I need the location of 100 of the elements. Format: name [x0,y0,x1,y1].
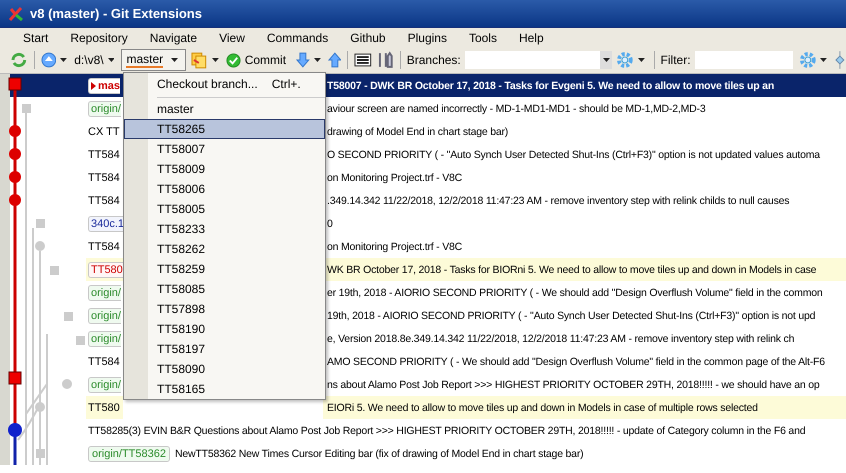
up-arrow-icon[interactable] [328,52,342,68]
up-circle-icon[interactable] [40,52,56,68]
branch-label: origin/ [88,284,121,300]
commit-message: 19th, 2018 - AIORIO SECOND PRIORITY ( - "Auto Synch User Detected Shut-Ins (Ctrl+F3)" option is not upd [326,308,816,324]
commit-node [22,104,31,113]
branch-menu-item[interactable]: TT58190 [124,319,325,339]
commit-message: on Monitoring Project.trf - V8C [326,240,464,254]
commit-message: CX TT [88,126,120,138]
refresh-icon[interactable] [10,52,28,68]
commit-button[interactable]: Commit [226,52,286,68]
commit-message: .349.14.342 11/22/2018, 12/2/2018 11:47:23 AM - remove inventory step with relink childs to null causes [326,194,790,208]
commit-message: aviour screen are named incorrectly - MD-1-MD1-MD1 - should be MD-1,MD-2,MD-3 [326,102,706,116]
commit-message: drawing of Model End in chart stage bar) [326,124,510,140]
commit-node [9,171,21,183]
branch-label: origin/ [88,330,121,346]
commit-node [9,194,21,206]
filter-label: Filter: [660,53,691,67]
commit-message: ns about Alamo Post Job Report >>> HIGHEST PRIORITY OCTOBER 29TH, 2018!!!!! - we should have an op [326,378,821,392]
caret-icon[interactable] [638,58,645,62]
menu-item[interactable]: View [208,30,256,44]
menu-item[interactable]: Plugins [396,30,458,44]
commit-message: e, Version 2018.8e.349.14.342 11/22/2018, 12/2/2018 11:47:23 AM - remove inventory step with relink ch [326,332,796,346]
branch-menu-item[interactable]: TT58005 [124,199,325,219]
branch-menu-item[interactable]: TT57898 [124,299,325,319]
tools-icon[interactable] [376,51,394,69]
branch-menu-item[interactable]: TT58009 [124,159,325,179]
commit-message: EIORi 5. We need to allow to move tiles up and down in Models in case of multiple rows selected [323,396,846,419]
commit-node [64,312,73,321]
triangle-icon [91,82,96,90]
caret-icon[interactable] [108,58,114,62]
branch-menu-item[interactable]: TT58259 [124,259,325,279]
branches-field[interactable] [464,51,612,69]
commit-message: on Monitoring Project.trf - V8C [326,170,464,186]
console-icon[interactable] [354,52,372,68]
commit-node [62,379,72,389]
window-title: v8 (master) - Git Extensions [30,6,202,21]
commit-message: TT580 [88,402,120,414]
branch-menu-item[interactable]: TT58090 [124,359,325,379]
commit-message: NewTT58362 New Times Cursor Editing bar (fix of drawing of Model End in chart stage bar) [175,448,584,460]
commit-message: TT584 [88,148,120,160]
menu-item[interactable]: Github [339,30,397,44]
pin-icon[interactable] [834,51,846,69]
filter-field[interactable] [694,51,793,69]
commit-node [9,125,21,137]
branch-menu-item[interactable]: TT58085 [124,279,325,299]
commit-node [36,449,45,458]
commit-node [9,148,21,160]
commit-node [36,219,45,228]
branch-label: origin/ [88,100,121,116]
menu-item[interactable]: Commands [256,30,340,44]
branch-menu-item[interactable]: TT58006 [124,179,325,199]
branch-menu-item[interactable]: TT58265 [124,119,325,139]
caret-icon[interactable] [602,58,610,62]
commit-message: 0 [326,216,334,232]
commit-node [50,266,59,275]
branch-label: TT580 [88,262,123,278]
menu-item[interactable]: Navigate [138,30,208,44]
commit-message: er 19th, 2018 - AIORIO SECOND PRIORITY ( - We should add "Design Overflush Volume" field in the common [326,286,824,300]
caret-icon[interactable] [820,58,828,62]
commit-message: TT584 [88,172,120,184]
branch-label: 340c.1 [88,216,124,232]
branch-menu-item[interactable]: TT58233 [124,219,325,239]
menu-item[interactable]: Start [12,30,60,44]
down-arrow-icon[interactable] [296,52,310,68]
branch-label: origin/TT58362 [88,446,170,462]
repository-dropdown[interactable]: d:\v8\ [74,53,104,67]
branch-menu-item[interactable]: TT58165 [124,379,325,399]
folders-icon[interactable] [190,51,208,69]
menu-item[interactable]: Tools [458,30,508,44]
git-logo-icon [8,6,24,22]
commit-message: AMO SECOND PRIORITY ( - We should add "Design Overflush Volume" field in the common page of the Alt-F6 [326,354,826,370]
branch-label: origin/ [88,308,121,324]
commit-message: TT584 [88,240,120,252]
caret-icon[interactable] [212,58,219,62]
caret-icon[interactable] [314,58,321,62]
menu-item[interactable]: Repository [59,30,139,44]
commit-message: TT58285(3) EVIN B&R Questions about Alamo Post Job Report >>> HIGHEST PRIORITY OCTOBER 29TH, 2018!!!!! - update of Category column in the F6 and [88,424,806,436]
commit-node [8,78,22,90]
caret-icon[interactable] [171,58,178,62]
branch-menu-item[interactable]: master [124,99,325,119]
commit-message: TT584 [88,194,120,206]
branch-label: mas [88,78,120,94]
checkout-branch-menu-item[interactable]: Checkout branch... Ctrl+. [124,73,325,95]
branch-label: origin/ [88,376,121,392]
commit-node [35,241,45,251]
commit-message: O SECOND PRIORITY ( - "Auto Synch User Detected Shut-Ins (Ctrl+F3)" option is not updated values automa [326,148,822,162]
commit-node [35,402,45,412]
branch-menu-item[interactable]: TT58262 [124,239,325,259]
branch-menu-item[interactable]: TT58007 [124,139,325,159]
check-icon [226,52,241,68]
commit-node [8,423,22,437]
branches-label: Branches: [406,53,461,67]
merge-line [25,383,48,415]
branch-dropdown[interactable]: master [121,49,186,71]
menu-item[interactable]: Help [508,30,555,44]
commit-message: TT584 [88,356,120,368]
branch-menu-item[interactable]: TT58197 [124,339,325,359]
caret-icon[interactable] [60,58,68,62]
commit-node [8,372,22,384]
commit-node [76,336,85,345]
